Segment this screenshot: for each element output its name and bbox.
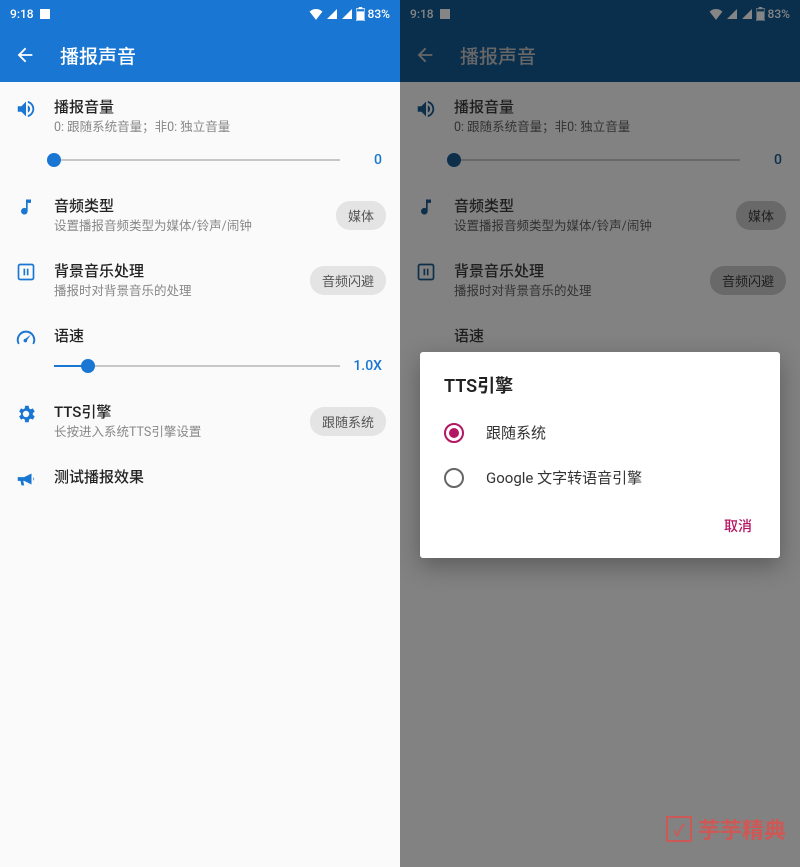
megaphone-icon <box>14 468 38 490</box>
wifi-icon <box>309 8 323 20</box>
row-tts[interactable]: TTS引擎 长按进入系统TTS引擎设置 跟随系统 <box>0 387 400 452</box>
radio-option-google[interactable]: Google 文字转语音引擎 <box>428 455 772 500</box>
row-test-title: 测试播报效果 <box>54 466 386 487</box>
row-audiotype-sub: 设置播报音频类型为媒体/铃声/闹钟 <box>54 219 320 236</box>
speed-value: 1.0X <box>352 358 382 374</box>
row-test[interactable]: 测试播报效果 <box>0 452 400 500</box>
signal-icon-2 <box>341 8 353 20</box>
watermark-logo-icon: ✓ <box>666 816 692 842</box>
dialog-title: TTS引擎 <box>428 372 772 410</box>
radio-label: 跟随系统 <box>486 422 546 443</box>
appbar-title: 播报声音 <box>60 42 136 69</box>
phone-right: 9:18 83% 播报声音 播报音量 0: 跟随系统音量；非0: 独立音量 0 <box>400 0 800 867</box>
notification-icon <box>40 9 50 19</box>
row-bgmusic[interactable]: 背景音乐处理 播报时对背景音乐的处理 音频闪避 <box>0 246 400 311</box>
status-time: 9:18 <box>10 7 34 21</box>
row-audiotype-title: 音频类型 <box>54 195 320 216</box>
settings-list: 播报音量 0: 跟随系统音量；非0: 独立音量 0 音频类型 设置播报音频类型为… <box>0 82 400 500</box>
row-volume-sub: 0: 跟随系统音量；非0: 独立音量 <box>54 120 386 137</box>
tts-dialog: TTS引擎 跟随系统 Google 文字转语音引擎 取消 <box>420 352 780 558</box>
phone-left: 9:18 83% 播报声音 播报音量 0: 跟随系统音量；非0: 独立音量 <box>0 0 400 867</box>
signal-icon <box>326 8 338 20</box>
back-icon[interactable] <box>14 44 36 66</box>
row-speed-title: 语速 <box>54 325 386 346</box>
volume-icon <box>14 98 38 120</box>
row-bgmusic-sub: 播报时对背景音乐的处理 <box>54 284 294 301</box>
status-bar: 9:18 83% <box>0 0 400 28</box>
row-speed[interactable]: 语速 <box>0 311 400 353</box>
volume-slider-row: 0 <box>0 147 400 181</box>
watermark: ✓ 芋芋精典 <box>666 813 786 845</box>
row-tts-title: TTS引擎 <box>54 401 294 422</box>
speed-slider-row: 1.0X <box>0 353 400 387</box>
radio-icon <box>444 468 464 488</box>
speed-slider[interactable] <box>54 357 340 375</box>
watermark-text: 芋芋精典 <box>698 813 786 845</box>
radio-label: Google 文字转语音引擎 <box>486 467 642 488</box>
app-bar: 播报声音 <box>0 28 400 82</box>
bgmusic-badge: 音频闪避 <box>310 266 386 295</box>
volume-slider[interactable] <box>54 151 340 169</box>
battery-icon <box>356 7 365 21</box>
radio-icon-checked <box>444 423 464 443</box>
audiotype-badge: 媒体 <box>336 201 386 230</box>
row-tts-sub: 长按进入系统TTS引擎设置 <box>54 425 294 442</box>
gear-icon <box>14 403 38 425</box>
status-battery: 83% <box>368 7 390 21</box>
volume-value: 0 <box>352 152 382 168</box>
row-bgmusic-title: 背景音乐处理 <box>54 260 294 281</box>
row-audiotype[interactable]: 音频类型 设置播报音频类型为媒体/铃声/闹钟 媒体 <box>0 181 400 246</box>
speed-icon <box>14 327 38 349</box>
row-volume-title: 播报音量 <box>54 96 386 117</box>
music-note-icon <box>14 197 38 217</box>
row-volume[interactable]: 播报音量 0: 跟随系统音量；非0: 独立音量 <box>0 82 400 147</box>
cancel-button[interactable]: 取消 <box>714 508 762 544</box>
radio-option-system[interactable]: 跟随系统 <box>428 410 772 455</box>
tts-badge: 跟随系统 <box>310 407 386 436</box>
pause-box-icon <box>14 262 38 282</box>
